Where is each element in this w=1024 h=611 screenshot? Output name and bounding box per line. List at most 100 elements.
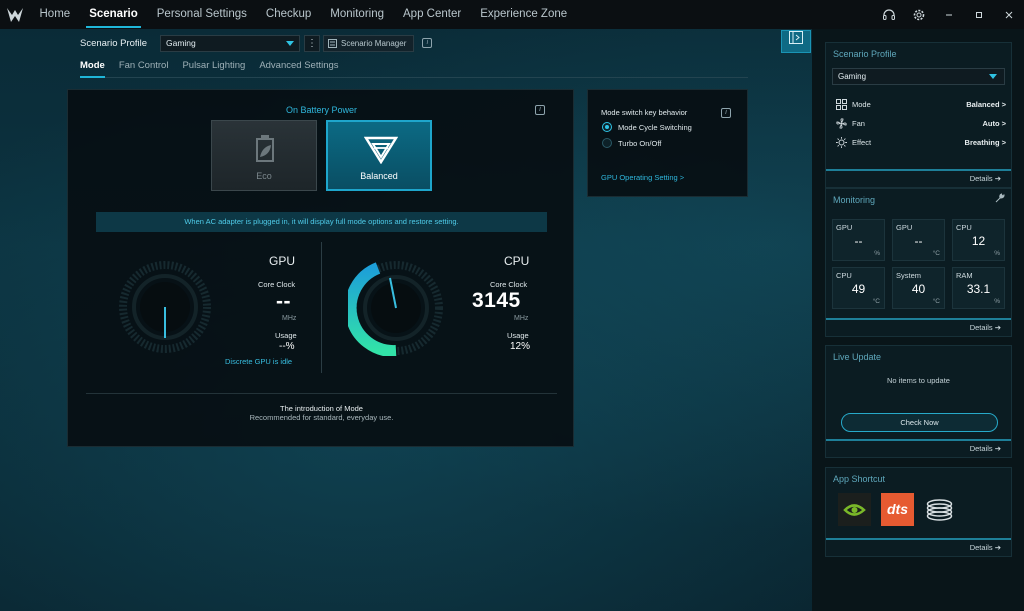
tile-label: CPU xyxy=(836,271,852,280)
monitor-tile-cpu-usage: CPU 12 % xyxy=(952,219,1005,261)
sidebar-live-update-footer: Details ➔ xyxy=(826,439,1011,457)
option-turbo-label: Turbo On/Off xyxy=(618,138,662,148)
nvidia-icon[interactable] xyxy=(838,493,871,526)
minimize-icon[interactable] xyxy=(934,0,964,29)
sidebar-profile-select[interactable]: Gaming xyxy=(832,68,1005,85)
mode-balanced-label: Balanced xyxy=(360,171,398,181)
radio-unselected-icon xyxy=(602,138,612,148)
tile-unit: % xyxy=(994,250,1000,257)
nav-tabs: Home Scenario Personal Settings Checkup … xyxy=(30,0,577,29)
chevron-down-icon xyxy=(989,74,997,79)
tile-label: RAM xyxy=(956,271,973,280)
nav-scenario[interactable]: Scenario xyxy=(80,0,148,29)
mode-balanced-card[interactable]: Balanced xyxy=(326,120,432,191)
tile-value: 40 xyxy=(911,282,926,296)
option-turbo[interactable]: Turbo On/Off xyxy=(602,138,661,148)
tile-label: System xyxy=(896,271,922,280)
headset-icon[interactable] xyxy=(874,0,904,29)
mode-eco-label: Eco xyxy=(256,171,272,181)
sidebar-app-shortcut-card: App Shortcut dts Details ➔ xyxy=(825,467,1012,557)
option-mode-cycle-label: Mode Cycle Switching xyxy=(618,122,692,132)
more-options-icon[interactable]: ⋮ xyxy=(304,34,320,52)
check-now-button[interactable]: Check Now xyxy=(841,413,998,432)
tab-advanced-settings[interactable]: Advanced Settings xyxy=(259,60,338,77)
tab-mode[interactable]: Mode xyxy=(80,60,105,78)
fan-icon xyxy=(836,117,847,129)
mode-panel: i On Battery Power Eco Balanced When AC … xyxy=(67,89,574,447)
sidebar-collapse-icon xyxy=(789,31,803,44)
nav-personal-settings[interactable]: Personal Settings xyxy=(147,0,256,29)
cpu-clock-label: Core Clock xyxy=(490,280,528,289)
sidebar-row-mode[interactable]: Mode Balanced > xyxy=(836,98,1006,110)
sidebar-toggle-button[interactable] xyxy=(781,30,811,53)
battery-power-title: On Battery Power xyxy=(285,105,358,115)
scenario-details-link[interactable]: Details ➔ xyxy=(970,174,1001,183)
tile-value: -- xyxy=(854,234,863,248)
gpu-title: GPU xyxy=(269,254,296,268)
monitoring-details-label: Details xyxy=(969,323,993,332)
restore-icon[interactable] xyxy=(964,0,994,29)
tile-value: -- xyxy=(914,234,923,248)
nav-monitoring[interactable]: Monitoring xyxy=(321,0,394,29)
nav-app-center[interactable]: App Center xyxy=(394,0,471,29)
info-icon[interactable]: i xyxy=(422,38,433,48)
sub-tabs: Mode Fan Control Pulsar Lighting Advance… xyxy=(80,60,748,78)
top-nav: Home Scenario Personal Settings Checkup … xyxy=(0,0,1024,29)
mode-key-title: Mode switch key behavior xyxy=(601,108,688,117)
sidebar-fan-value: Auto > xyxy=(982,118,1006,128)
tile-value: 49 xyxy=(851,282,866,296)
scenario-profile-select[interactable]: Gaming xyxy=(160,34,300,52)
eco-battery-icon xyxy=(256,135,274,162)
sidebar-live-update-title: Live Update xyxy=(833,352,882,362)
mode-intro-title: The introduction of Mode xyxy=(280,404,363,413)
gpu-operating-setting-link[interactable]: GPU Operating Setting > xyxy=(601,173,684,182)
app-shortcut-details-label: Details xyxy=(969,543,993,552)
scenario-details-label: Details xyxy=(969,174,993,183)
cpu-usage-value: 12% xyxy=(510,341,531,352)
cpu-gauge xyxy=(348,261,443,356)
app-shortcut-details-link[interactable]: Details ➔ xyxy=(970,543,1001,552)
key-info-icon[interactable]: i xyxy=(721,108,731,118)
gpu-usage-value: --% xyxy=(279,341,295,352)
option-mode-cycle[interactable]: Mode Cycle Switching xyxy=(602,122,692,132)
sidebar-scenario-card: Scenario Profile Gaming Mode Balanced > … xyxy=(825,42,1012,188)
scenario-manager-button[interactable]: Scenario Manager xyxy=(323,34,415,52)
sidebar-fan-label: Fan xyxy=(852,118,865,128)
sidebar-monitoring-card: Monitoring GPU -- % GPU -- °C CPU 12 % C… xyxy=(825,188,1012,337)
live-update-details-link[interactable]: Details ➔ xyxy=(970,444,1001,453)
close-icon[interactable] xyxy=(994,0,1024,29)
sidebar-mode-label: Mode xyxy=(852,99,871,109)
mode-eco-card[interactable]: Eco xyxy=(211,120,317,191)
mode-intro-desc: Recommended for standard, everyday use. xyxy=(249,413,394,422)
sidebar-row-fan[interactable]: Fan Auto > xyxy=(836,117,1006,129)
gauge-divider xyxy=(321,242,322,373)
gpu-usage-label: Usage xyxy=(275,331,297,340)
cpu-clock-value: 3145 xyxy=(472,289,521,312)
sidebar-row-effect[interactable]: Effect Breathing > xyxy=(836,136,1006,148)
nav-home[interactable]: Home xyxy=(30,0,80,29)
settings-gear-icon[interactable] xyxy=(904,0,934,29)
sidebar-scenario-footer: Details ➔ xyxy=(826,169,1011,187)
tab-pulsar-lighting[interactable]: Pulsar Lighting xyxy=(182,60,245,77)
dts-label: dts xyxy=(887,501,908,517)
gpu-clock-unit: MHz xyxy=(282,315,297,322)
disc-stack-icon[interactable] xyxy=(923,493,956,526)
nav-experience-zone[interactable]: Experience Zone xyxy=(471,0,577,29)
sidebar-effect-label: Effect xyxy=(852,137,872,147)
dts-icon[interactable]: dts xyxy=(881,493,914,526)
gpu-idle-text: Discrete GPU is idle xyxy=(225,357,293,366)
sidebar-monitoring-footer: Details ➔ xyxy=(826,318,1011,336)
live-update-details-label: Details xyxy=(969,444,993,453)
monitoring-details-link[interactable]: Details ➔ xyxy=(970,323,1001,332)
cpu-title: CPU xyxy=(504,254,530,268)
monitor-tile-ram-usage: RAM 33.1 % xyxy=(952,267,1005,309)
balanced-mode-icon xyxy=(364,136,398,164)
tile-label: CPU xyxy=(956,223,972,232)
cpu-clock-unit: MHz xyxy=(514,315,529,322)
wrench-icon[interactable] xyxy=(995,193,1005,203)
tile-unit: °C xyxy=(932,250,940,257)
tile-label: GPU xyxy=(896,223,913,232)
tab-fan-control[interactable]: Fan Control xyxy=(119,60,169,77)
ac-adapter-notice: When AC adapter is plugged in, it will d… xyxy=(96,212,547,232)
nav-checkup[interactable]: Checkup xyxy=(256,0,320,29)
